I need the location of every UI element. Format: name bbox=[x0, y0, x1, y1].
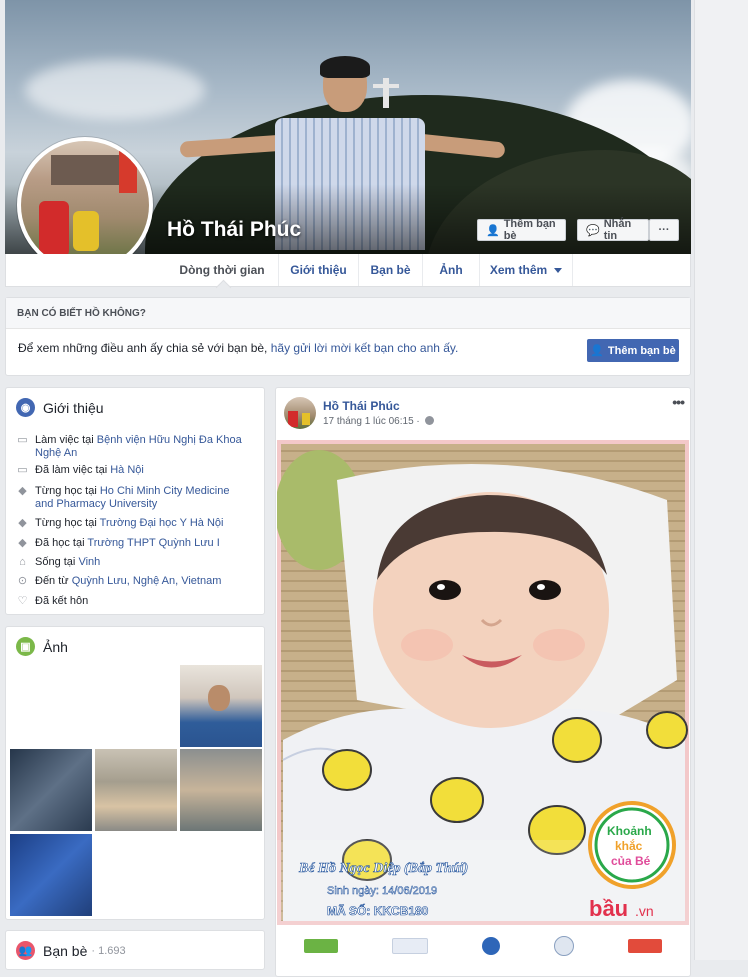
know-him-text: Để xem những điều anh ấy chia sẻ với bạn… bbox=[18, 341, 459, 355]
post-photo[interactable]: Bé Hồ Ngọc Diệp (Bắp Thúi) Sinh ngày: 14… bbox=[277, 440, 689, 925]
photo-thumb-doctor[interactable] bbox=[180, 665, 262, 747]
know-him-card: BẠN CÓ BIẾT HỒ KHÔNG? Để xem những điều … bbox=[5, 297, 691, 376]
intro-item-text: Đến từ Quỳnh Lưu, Nghệ An, Vietnam bbox=[35, 575, 222, 587]
intro-item: ◆ Từng học tại Ho Chi Minh City Medicine … bbox=[16, 485, 246, 511]
intro-item-text: Từng học tại Trường Đại học Y Hà Nội bbox=[35, 517, 224, 529]
page-gutter bbox=[694, 0, 748, 960]
heart-icon: ♡ bbox=[17, 595, 28, 607]
post-author-avatar[interactable] bbox=[284, 397, 316, 429]
intro-item: ⌂ Sống tại Vinh bbox=[16, 556, 246, 569]
friends-count: · 1.693 bbox=[91, 944, 126, 957]
intro-title: ◉ Giới thiệu bbox=[16, 398, 104, 417]
know-him-heading: BẠN CÓ BIẾT HỒ KHÔNG? bbox=[6, 298, 690, 329]
profile-avatar[interactable] bbox=[17, 137, 153, 273]
tab-friends[interactable]: Bạn bè bbox=[358, 254, 422, 286]
graduation-cap-icon: ◆ bbox=[18, 517, 27, 529]
intro-item-link[interactable]: Vinh bbox=[78, 556, 100, 568]
sponsor-logo bbox=[304, 939, 338, 953]
globe-icon bbox=[424, 416, 434, 425]
chevron-down-icon bbox=[554, 267, 563, 273]
badge-line3: của Bé bbox=[611, 854, 651, 868]
graduation-cap-icon: ◆ bbox=[18, 537, 27, 549]
sponsor-logo bbox=[628, 939, 662, 953]
home-icon: ⌂ bbox=[19, 556, 26, 568]
intro-item: ⊙ Đến từ Quỳnh Lưu, Nghệ An, Vietnam bbox=[16, 575, 246, 588]
intro-card: ◉ Giới thiệu ▭ Làm việc tại Bệnh viện Hữu… bbox=[5, 387, 265, 615]
sponsor-logo bbox=[482, 937, 500, 955]
intro-item-link[interactable]: Trường THPT Quỳnh Lưu I bbox=[87, 537, 219, 549]
caption-name: Bé Hồ Ngọc Diệp (Bắp Thúi) bbox=[298, 861, 468, 876]
tab-about[interactable]: Giới thiệu bbox=[278, 254, 358, 286]
globe-icon: ◉ bbox=[16, 398, 35, 417]
brand-suffix: .vn bbox=[635, 903, 654, 919]
intro-item: ▭ Đã làm việc tại Hà Nội bbox=[16, 464, 246, 477]
intro-item-link[interactable]: Trường Đại học Y Hà Nội bbox=[100, 517, 224, 529]
add-friend-button[interactable]: 👤 Thêm bạn bè bbox=[477, 218, 566, 242]
photos-title[interactable]: ▣ Ảnh bbox=[16, 637, 68, 656]
post-author-name[interactable]: Hồ Thái Phúc bbox=[323, 399, 400, 413]
sponsor-logo bbox=[392, 938, 428, 954]
intro-item: ▭ Làm việc tại Bệnh viện Hữu Nghị Đa Khoa… bbox=[16, 434, 246, 460]
sponsor-logo bbox=[554, 936, 574, 956]
post-card: Hồ Thái Phúc 17 tháng 1 lúc 06:15 · ••• bbox=[275, 387, 691, 977]
photo-thumb-document[interactable] bbox=[10, 834, 92, 916]
intro-item-text: Từng học tại Ho Chi Minh City Medicine a… bbox=[35, 485, 230, 510]
briefcase-icon: ▭ bbox=[17, 464, 28, 476]
profile-name[interactable]: Hồ Thái Phúc bbox=[167, 218, 301, 242]
friends-card: 👥 Bạn bè · 1.693 bbox=[5, 930, 265, 970]
intro-item-text: Đã làm việc tại Hà Nội bbox=[35, 464, 144, 476]
caption-dob: Sinh ngày: 14/06/2019 bbox=[327, 885, 437, 897]
photo-thumb-xray[interactable] bbox=[10, 749, 92, 831]
badge-line2: khắc bbox=[615, 838, 643, 853]
intro-item: ◆ Đã học tại Trường THPT Quỳnh Lưu I bbox=[16, 537, 246, 550]
brand-logo: bầu bbox=[589, 896, 628, 921]
badge-line1: Khoảnh bbox=[607, 824, 652, 838]
location-pin-icon: ⊙ bbox=[17, 575, 28, 587]
friends-title[interactable]: 👥 Bạn bè · 1.693 bbox=[16, 941, 126, 960]
tab-photos[interactable]: Ảnh bbox=[422, 254, 479, 286]
add-friend-icon: 👤 bbox=[486, 224, 500, 237]
message-button[interactable]: 💬 Nhắn tin bbox=[577, 218, 649, 242]
messenger-icon: 💬 bbox=[586, 224, 600, 237]
profile-nav: Dòng thời gian Giới thiệu Bạn bè Ảnh Xem… bbox=[5, 254, 691, 296]
intro-item-text: Đã kết hôn bbox=[35, 595, 89, 607]
intro-item-text: Đã học tại Trường THPT Quỳnh Lưu I bbox=[35, 537, 220, 549]
intro-item: ♡ Đã kết hôn bbox=[16, 595, 246, 608]
add-friend-label: Thêm bạn bè bbox=[503, 218, 556, 242]
intro-item-link[interactable]: Hà Nội bbox=[110, 464, 144, 476]
friends-icon: 👥 bbox=[16, 941, 35, 960]
more-options-button[interactable]: ··· bbox=[649, 219, 679, 241]
photos-card: ▣ Ảnh bbox=[5, 626, 265, 920]
more-icon: ··· bbox=[658, 224, 670, 236]
send-request-link[interactable]: hãy gửi lời mời kết bạn cho anh ấy. bbox=[271, 341, 459, 355]
baby-photo: Bé Hồ Ngọc Diệp (Bắp Thúi) Sinh ngày: 14… bbox=[277, 440, 689, 925]
message-label: Nhắn tin bbox=[603, 218, 632, 242]
add-friend-icon: 👤 bbox=[590, 345, 604, 357]
post-options-icon[interactable]: ••• bbox=[672, 394, 685, 410]
graduation-cap-icon: ◆ bbox=[18, 485, 27, 497]
intro-item-text: Sống tại Vinh bbox=[35, 556, 101, 568]
post-timestamp[interactable]: 17 tháng 1 lúc 06:15 · bbox=[323, 416, 434, 427]
add-friend-button-secondary[interactable]: 👤 Thêm bạn bè bbox=[587, 339, 679, 362]
photo-thumb-surgery[interactable] bbox=[180, 749, 262, 831]
intro-item: ◆ Từng học tại Trường Đại học Y Hà Nội bbox=[16, 517, 246, 530]
tab-more[interactable]: Xem thêm bbox=[479, 254, 573, 286]
photo-icon: ▣ bbox=[16, 637, 35, 656]
briefcase-icon: ▭ bbox=[17, 434, 28, 446]
intro-item-link[interactable]: Quỳnh Lưu, Nghệ An, Vietnam bbox=[72, 575, 222, 587]
intro-item-text: Làm việc tại Bệnh viện Hữu Nghị Đa Khoa … bbox=[35, 434, 242, 459]
photo-thumb-patient[interactable] bbox=[95, 749, 177, 831]
sponsor-logos bbox=[277, 931, 689, 961]
caption-code: MÃ SỐ: KKCB180 bbox=[327, 903, 429, 918]
